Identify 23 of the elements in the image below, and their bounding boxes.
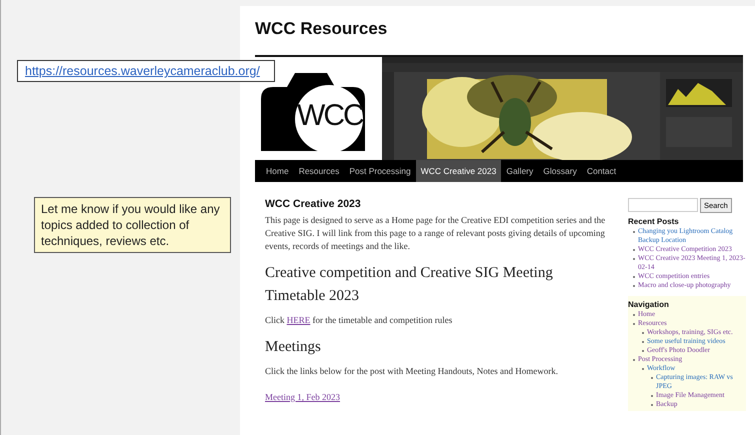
search-field[interactable] [628,198,698,212]
subheading: Creative competition and Creative SIG Meeting Timetable 2023 [265,264,554,306]
nav-tab[interactable]: WCC Creative 2023 [416,160,502,182]
sidebar-heading: Recent Posts [628,217,680,226]
paragraph: Click the links below for the post with Meeting Handouts, Notes and Homework. [265,365,559,378]
nav-tab[interactable]: Post Processing [344,160,416,182]
logo-text: WCC [297,101,363,131]
subheading: Meetings [265,338,322,357]
nav-tab[interactable]: Gallery [501,160,538,182]
paragraph-text: for the timetable and competition rules [312,315,452,325]
nav-tab[interactable]: Resources [294,160,344,182]
paragraph: This page is designed to serve as a Home page for the Creative EDI competition series and the Creative SIG. I will link from this page to a range of relevant posts giving details of upcoming events, records of meetings and the like. [265,214,606,253]
paragraph-text: Click [265,315,284,325]
meeting-link[interactable]: Meeting 1, Feb 2023 [265,392,340,402]
url-link[interactable]: https://resources.waverleycameraclub.org/ [17,60,275,82]
nav-tab[interactable]: Contact [582,160,622,182]
note-callout: Let me know if you would like any topics added to collection of techniques, reviews etc. [34,197,231,253]
site-title: WCC Resources [255,19,388,40]
sidebar-heading: Navigation [628,300,670,309]
nav-tab[interactable]: Home [261,160,294,182]
section-heading: WCC Creative 2023 [265,198,362,210]
nav-tab[interactable]: Glossary [538,160,582,182]
here-link[interactable]: HERE [286,315,310,325]
